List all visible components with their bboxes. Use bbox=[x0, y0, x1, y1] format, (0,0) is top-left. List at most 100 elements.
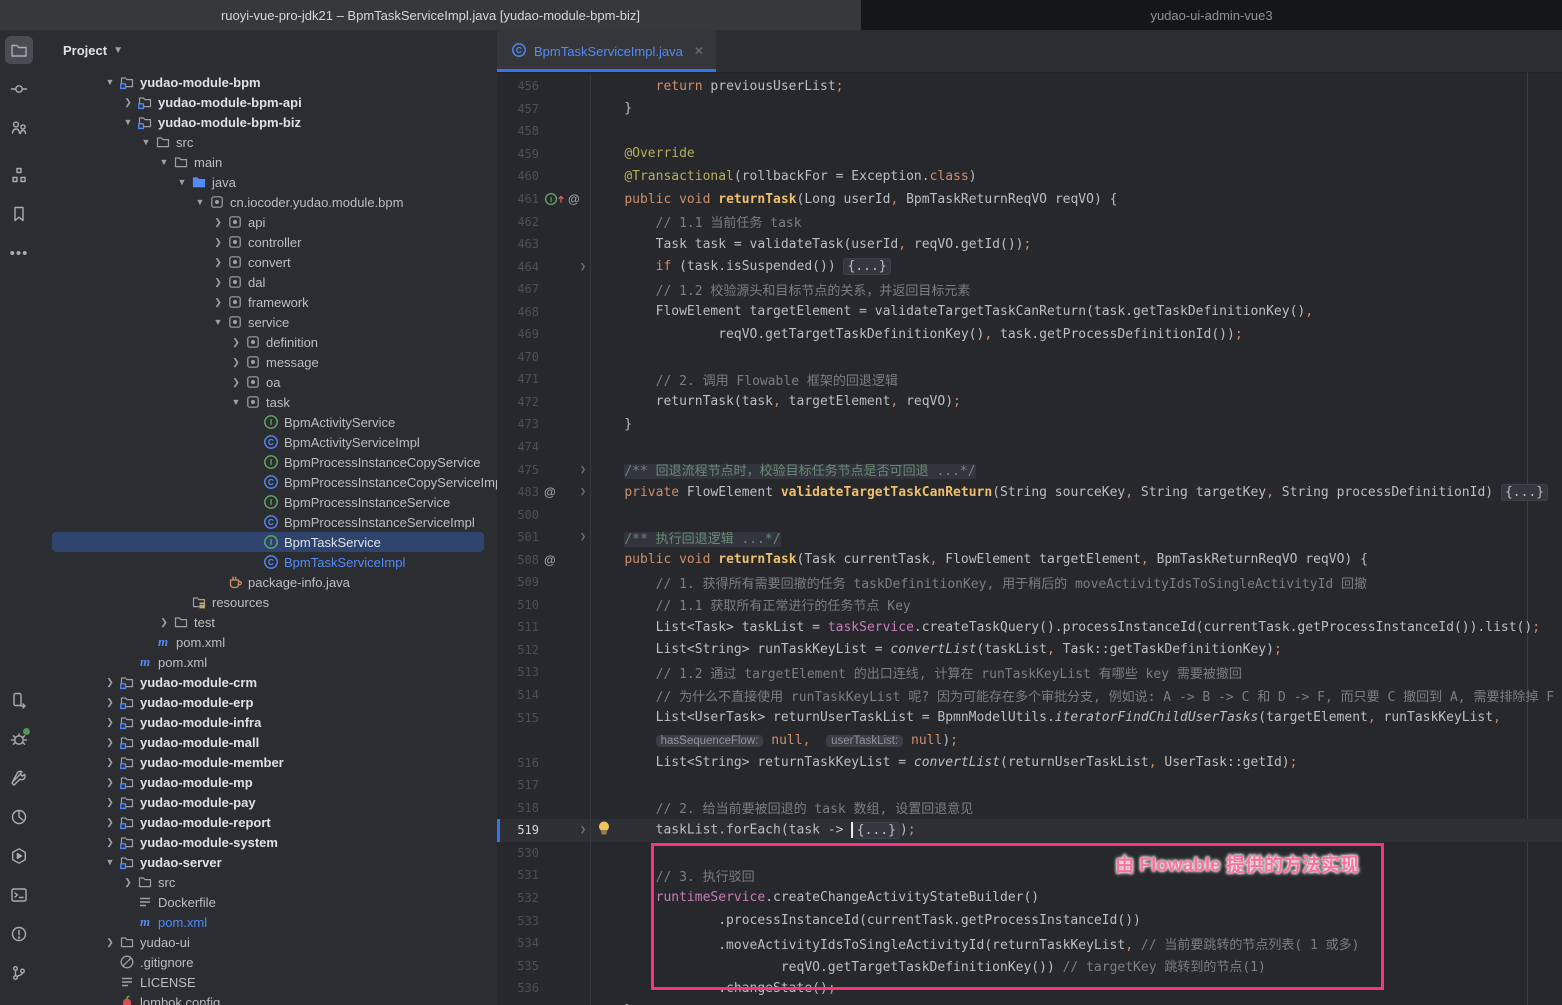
tree-item--gitignore[interactable]: .gitignore bbox=[38, 952, 497, 972]
line-number[interactable]: 531 bbox=[497, 868, 539, 882]
chevron-right-icon[interactable]: ❯ bbox=[210, 297, 226, 308]
chevron-right-icon[interactable]: ❯ bbox=[102, 777, 118, 788]
line-number[interactable]: 500 bbox=[497, 508, 539, 522]
line-number[interactable]: 458 bbox=[497, 124, 539, 138]
line-number[interactable]: 511 bbox=[497, 620, 539, 634]
line-number[interactable]: 515 bbox=[497, 711, 539, 725]
line-number[interactable]: 512 bbox=[497, 643, 539, 657]
line-number[interactable]: 519 bbox=[497, 823, 539, 837]
tree-item-pom-xml[interactable]: mpom.xml bbox=[38, 632, 497, 652]
run-configurations-icon[interactable] bbox=[5, 686, 33, 714]
tree-item-test[interactable]: ❯test bbox=[38, 612, 497, 632]
tree-item-yudao-ui[interactable]: ❯yudao-ui bbox=[38, 932, 497, 952]
chevron-right-icon[interactable]: ❯ bbox=[228, 357, 244, 368]
chevron-down-icon[interactable]: ▼ bbox=[210, 317, 226, 327]
tree-item-convert[interactable]: ❯convert bbox=[38, 252, 497, 272]
tree-item-yudao-module-mp[interactable]: ❯yudao-module-mp bbox=[38, 772, 497, 792]
tree-item-license[interactable]: LICENSE bbox=[38, 972, 497, 992]
chevron-right-icon[interactable]: ❯ bbox=[102, 937, 118, 948]
folded-region-chip[interactable]: {...} bbox=[1501, 484, 1548, 501]
close-icon[interactable]: ✕ bbox=[694, 44, 704, 58]
terminal-icon[interactable] bbox=[5, 881, 33, 909]
chevron-down-icon[interactable]: ▼ bbox=[138, 137, 154, 147]
tree-item-yudao-module-bpm[interactable]: ▼yudao-module-bpm bbox=[38, 72, 497, 92]
tree-item-framework[interactable]: ❯framework bbox=[38, 292, 497, 312]
structure-icon[interactable] bbox=[5, 161, 33, 189]
line-number[interactable]: 459 bbox=[497, 147, 539, 161]
tree-item-yudao-module-erp[interactable]: ❯yudao-module-erp bbox=[38, 692, 497, 712]
line-number[interactable]: 534 bbox=[497, 936, 539, 950]
chevron-right-icon[interactable]: ❯ bbox=[210, 237, 226, 248]
chevron-right-icon[interactable]: ❯ bbox=[102, 817, 118, 828]
problems-icon[interactable] bbox=[5, 920, 33, 948]
chevron-right-icon[interactable]: ❯ bbox=[228, 337, 244, 348]
chevron-right-icon[interactable]: ❯ bbox=[156, 617, 172, 628]
chevron-right-icon[interactable]: ❯ bbox=[102, 677, 118, 688]
line-number[interactable]: 513 bbox=[497, 665, 539, 679]
tree-item-pom-xml[interactable]: mpom.xml bbox=[38, 652, 497, 672]
line-number[interactable]: 501 bbox=[497, 530, 539, 544]
line-number[interactable]: 516 bbox=[497, 756, 539, 770]
line-number[interactable]: 535 bbox=[497, 959, 539, 973]
tree-item-yudao-module-pay[interactable]: ❯yudao-module-pay bbox=[38, 792, 497, 812]
chevron-right-icon[interactable]: ❯ bbox=[210, 257, 226, 268]
annotation-gutter-icon[interactable]: @ bbox=[544, 485, 556, 499]
line-number[interactable]: 471 bbox=[497, 372, 539, 386]
tree-item-java[interactable]: ▼java bbox=[38, 172, 497, 192]
line-number[interactable]: 509 bbox=[497, 575, 539, 589]
folded-region-chip[interactable]: {...} bbox=[843, 258, 890, 275]
tree-item-bpmprocessinstanceserviceimpl[interactable]: CBpmProcessInstanceServiceImpl bbox=[38, 512, 497, 532]
tree-item-dal[interactable]: ❯dal bbox=[38, 272, 497, 292]
line-number[interactable]: 467 bbox=[497, 282, 539, 296]
folded-region-chip[interactable]: {...} bbox=[853, 822, 900, 839]
line-number[interactable]: 483 bbox=[497, 485, 539, 499]
line-number[interactable]: 457 bbox=[497, 102, 539, 116]
build-icon[interactable] bbox=[5, 764, 33, 792]
chevron-right-icon[interactable]: ❯ bbox=[102, 737, 118, 748]
chevron-right-icon[interactable]: ❯ bbox=[210, 277, 226, 288]
commit-icon[interactable] bbox=[5, 75, 33, 103]
chevron-right-icon[interactable]: ❯ bbox=[102, 717, 118, 728]
tree-item-yudao-module-mall[interactable]: ❯yudao-module-mall bbox=[38, 732, 497, 752]
bookmarks-icon[interactable] bbox=[5, 200, 33, 228]
line-number[interactable]: 470 bbox=[497, 350, 539, 364]
line-number[interactable]: 464 bbox=[497, 260, 539, 274]
intention-bulb-icon[interactable] bbox=[597, 820, 611, 840]
tree-item-resources[interactable]: resources bbox=[38, 592, 497, 612]
tree-item-yudao-server[interactable]: ▼yudao-server bbox=[38, 852, 497, 872]
tree-item-bpmactivityserviceimpl[interactable]: CBpmActivityServiceImpl bbox=[38, 432, 497, 452]
line-number[interactable]: 530 bbox=[497, 846, 539, 860]
line-number[interactable]: 475 bbox=[497, 463, 539, 477]
line-number[interactable]: 533 bbox=[497, 914, 539, 928]
chevron-right-icon[interactable]: ❯ bbox=[228, 377, 244, 388]
tree-item-yudao-module-crm[interactable]: ❯yudao-module-crm bbox=[38, 672, 497, 692]
tree-item-src[interactable]: ❯src bbox=[38, 872, 497, 892]
chevron-right-icon[interactable]: ❯ bbox=[102, 837, 118, 848]
more-icon[interactable]: ••• bbox=[5, 239, 33, 267]
fold-arrow-icon[interactable]: ❯ bbox=[580, 825, 586, 836]
line-number[interactable]: 514 bbox=[497, 688, 539, 702]
chevron-right-icon[interactable]: ❯ bbox=[102, 757, 118, 768]
line-number[interactable]: 474 bbox=[497, 440, 539, 454]
code-editor[interactable]: 456 return previousUserList;457 }458459 … bbox=[497, 72, 1562, 1005]
chevron-down-icon[interactable]: ▼ bbox=[228, 397, 244, 407]
line-number[interactable]: 510 bbox=[497, 598, 539, 612]
tree-item-yudao-module-infra[interactable]: ❯yudao-module-infra bbox=[38, 712, 497, 732]
line-number[interactable]: 536 bbox=[497, 981, 539, 995]
line-number[interactable]: 532 bbox=[497, 891, 539, 905]
line-number[interactable]: 463 bbox=[497, 237, 539, 251]
tree-item-lombok-config[interactable]: lombok.config bbox=[38, 992, 497, 1005]
tree-item-service[interactable]: ▼service bbox=[38, 312, 497, 332]
tree-item-src[interactable]: ▼src bbox=[38, 132, 497, 152]
debug-icon[interactable] bbox=[5, 725, 33, 753]
chevron-down-icon[interactable]: ▼ bbox=[174, 177, 190, 187]
tree-item-message[interactable]: ❯message bbox=[38, 352, 497, 372]
tree-item-bpmprocessinstancecopyserviceimpl[interactable]: CBpmProcessInstanceCopyServiceImpl bbox=[38, 472, 497, 492]
project-folder-icon[interactable] bbox=[5, 36, 33, 64]
line-number[interactable]: 472 bbox=[497, 395, 539, 409]
fold-arrow-icon[interactable]: ❯ bbox=[580, 261, 586, 272]
git-branch-icon[interactable] bbox=[5, 959, 33, 987]
tree-item-yudao-module-system[interactable]: ❯yudao-module-system bbox=[38, 832, 497, 852]
tree-item-yudao-module-member[interactable]: ❯yudao-module-member bbox=[38, 752, 497, 772]
tree-item-task[interactable]: ▼task bbox=[38, 392, 497, 412]
